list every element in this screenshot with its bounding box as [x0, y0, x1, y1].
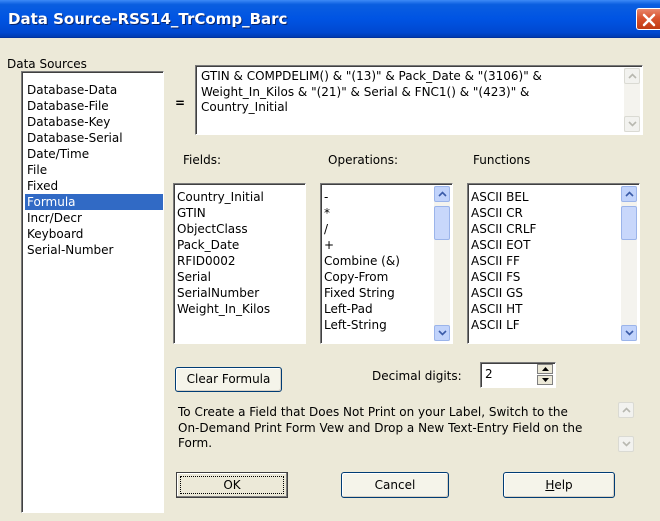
function-item[interactable]: ASCII HT — [471, 301, 522, 317]
operations-scrollbar[interactable] — [434, 186, 450, 341]
spin-down-button[interactable] — [537, 375, 553, 385]
chevron-up-icon — [625, 191, 634, 197]
triangle-down-icon — [542, 378, 549, 382]
scroll-up-button[interactable] — [621, 186, 637, 202]
data-source-item-database-file[interactable]: Database-File — [25, 98, 163, 114]
operation-item[interactable]: Left-String — [324, 317, 387, 333]
function-item[interactable]: ASCII CR — [471, 205, 523, 221]
function-item[interactable]: ASCII EOT — [471, 237, 530, 253]
field-item[interactable]: Weight_In_Kilos — [177, 301, 270, 317]
fields-list[interactable]: Country_Initial GTIN ObjectClass Pack_Da… — [173, 183, 306, 344]
data-source-item-serial-number[interactable]: Serial-Number — [25, 242, 163, 258]
chevron-down-icon — [622, 441, 631, 447]
note-line: Form. — [178, 436, 213, 450]
decimal-digits-spinner[interactable]: 2 — [480, 362, 556, 388]
note-line: On-Demand Print Form Vew and Drop a New … — [178, 420, 583, 435]
formula-text[interactable]: GTIN & COMPDELIM() & "(13)" & Pack_Date … — [201, 69, 616, 116]
fields-label: Fields: — [183, 153, 221, 167]
function-item[interactable]: ASCII LF — [471, 317, 520, 333]
data-source-item-incr-decr[interactable]: Incr/Decr — [25, 210, 163, 226]
help-note: To Create a Field that Does Not Print on… — [178, 405, 618, 452]
chevron-down-icon — [625, 330, 634, 336]
decimal-digits-value[interactable]: 2 — [485, 367, 493, 381]
operation-item[interactable]: Left-Pad — [324, 301, 373, 317]
spin-up-button[interactable] — [537, 364, 553, 374]
operation-item[interactable]: * — [324, 205, 330, 221]
function-item[interactable]: ASCII BEL — [471, 189, 529, 205]
title-bar: Data Source-RSS14_TrComp_Barc — [0, 0, 660, 38]
field-item[interactable]: Country_Initial — [177, 189, 264, 205]
operation-item[interactable]: Fixed String — [324, 285, 395, 301]
chevron-up-icon — [622, 407, 631, 413]
operation-item[interactable]: / — [324, 221, 328, 237]
cancel-button[interactable]: Cancel — [341, 472, 449, 498]
data-source-item-database-key[interactable]: Database-Key — [25, 114, 163, 130]
scroll-down-button[interactable] — [434, 325, 450, 341]
data-source-item-database-data[interactable]: Database-Data — [25, 82, 163, 98]
field-item[interactable]: GTIN — [177, 205, 206, 221]
operations-label: Operations: — [328, 153, 399, 167]
data-source-item-database-serial[interactable]: Database-Serial — [25, 130, 163, 146]
scroll-up-button[interactable] — [434, 186, 450, 202]
field-item[interactable]: Pack_Date — [177, 237, 239, 253]
formula-line: GTIN & COMPDELIM() & "(13)" & Pack_Date … — [201, 69, 542, 83]
formula-line: Country_Initial — [201, 100, 288, 114]
scroll-thumb[interactable] — [621, 206, 637, 240]
data-source-item-file[interactable]: File — [25, 162, 163, 178]
data-source-item-formula[interactable]: Formula — [25, 194, 163, 210]
chevron-down-icon — [628, 121, 637, 127]
chevron-up-icon — [438, 191, 447, 197]
field-item[interactable]: Serial — [177, 269, 211, 285]
clear-formula-button[interactable]: Clear Formula — [175, 367, 282, 392]
note-line: To Create a Field that Does Not Print on… — [178, 405, 568, 419]
function-item[interactable]: ASCII GS — [471, 285, 523, 301]
scroll-down-button[interactable] — [624, 116, 640, 132]
data-sources-caption: Data Sources — [7, 57, 87, 71]
scroll-thumb[interactable] — [434, 206, 450, 240]
scroll-down-button[interactable] — [621, 325, 637, 341]
operation-item[interactable]: Copy-From — [324, 269, 388, 285]
close-button[interactable] — [636, 8, 660, 30]
operation-item[interactable]: - — [324, 189, 328, 205]
operations-list[interactable]: - * / + Combine (&) Copy-From Fixed Stri… — [320, 183, 453, 344]
help-label: Help — [545, 478, 573, 492]
functions-scrollbar[interactable] — [621, 186, 637, 341]
chevron-up-icon — [628, 73, 637, 79]
ok-button[interactable]: OK — [176, 472, 288, 498]
function-item[interactable]: ASCII FS — [471, 269, 520, 285]
function-item[interactable]: ASCII CRLF — [471, 221, 536, 237]
field-item[interactable]: ObjectClass — [177, 221, 248, 237]
data-source-item-keyboard[interactable]: Keyboard — [25, 226, 163, 242]
data-source-item-fixed[interactable]: Fixed — [25, 178, 163, 194]
scroll-up-button[interactable] — [618, 402, 634, 418]
operation-item[interactable]: + — [324, 237, 334, 253]
focus-rect — [180, 476, 284, 494]
function-item[interactable]: ASCII FF — [471, 253, 520, 269]
data-source-item-date-time[interactable]: Date/Time — [25, 146, 163, 162]
functions-label: Functions — [473, 153, 531, 167]
help-button[interactable]: Help — [503, 472, 615, 498]
triangle-up-icon — [542, 367, 549, 371]
note-scrollbar[interactable] — [618, 400, 636, 456]
window-title: Data Source-RSS14_TrComp_Barc — [8, 10, 288, 28]
scroll-down-button[interactable] — [618, 436, 634, 452]
decimal-digits-label: Decimal digits: — [372, 369, 462, 383]
data-sources-list[interactable]: Database-Data Database-File Database-Key… — [21, 71, 164, 513]
scroll-up-button[interactable] — [624, 68, 640, 84]
field-item[interactable]: RFID0002 — [177, 253, 236, 269]
field-item[interactable]: SerialNumber — [177, 285, 259, 301]
formula-textbox[interactable]: GTIN & COMPDELIM() & "(13)" & Pack_Date … — [195, 65, 643, 135]
equals-sign: = — [175, 96, 186, 110]
operation-item[interactable]: Combine (&) — [324, 253, 400, 269]
chevron-down-icon — [438, 330, 447, 336]
formula-scrollbar[interactable] — [624, 68, 640, 132]
functions-list[interactable]: ASCII BEL ASCII CR ASCII CRLF ASCII EOT … — [467, 183, 640, 344]
formula-line: Weight_In_Kilos & "(21)" & Serial & FNC1… — [201, 84, 530, 99]
close-icon — [642, 13, 656, 27]
